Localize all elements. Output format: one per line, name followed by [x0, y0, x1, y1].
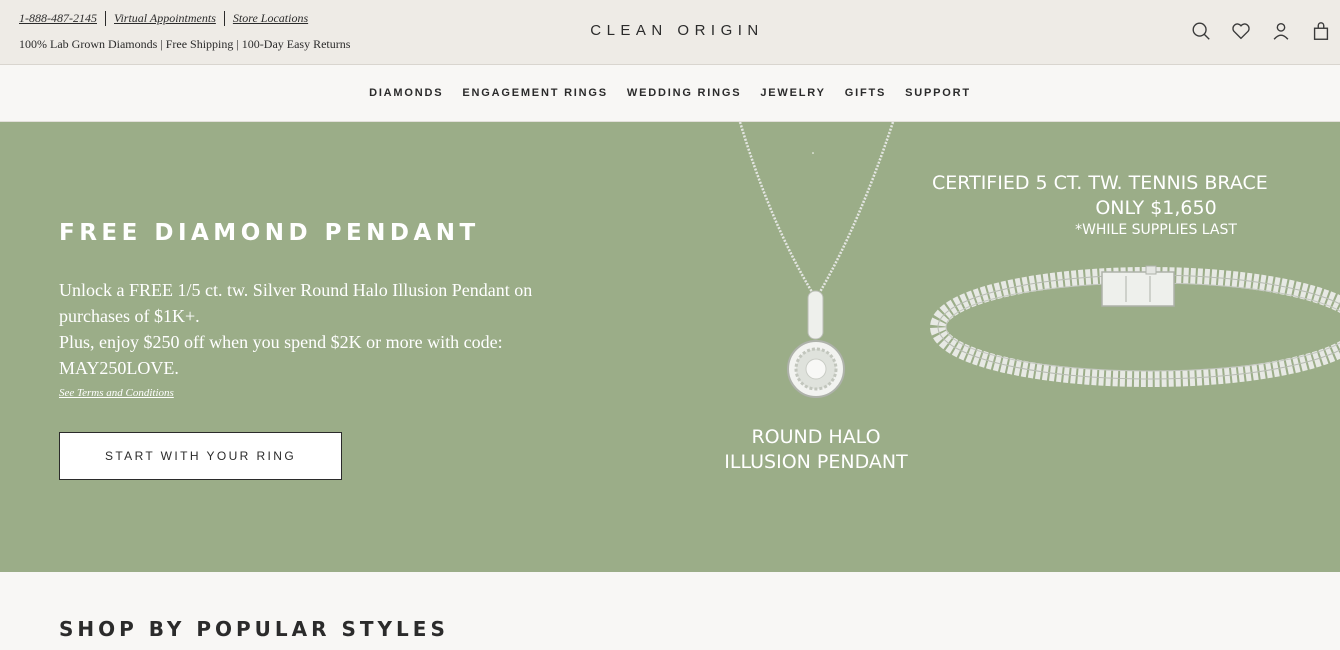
- shipping-tagline: 100% Lab Grown Diamonds | Free Shipping …: [19, 37, 351, 51]
- pendant-caption: ROUND HALO ILLUSION PENDANT: [696, 425, 936, 475]
- bracelet-price: ONLY $1,650: [1095, 197, 1217, 219]
- bracelet-note: *WHILE SUPPLIES LAST: [1075, 222, 1237, 238]
- tennis-bracelet-image: [930, 265, 1340, 387]
- bag-icon[interactable]: [1310, 20, 1332, 42]
- bracelet-headline: CERTIFIED 5 CT. TW. TENNIS BRACE: [932, 172, 1268, 194]
- nav-jewelry[interactable]: JEWELRY: [760, 87, 825, 99]
- pendant-caption-line: ROUND HALO: [751, 426, 881, 448]
- popular-styles-heading: SHOP BY POPULAR STYLES: [59, 617, 449, 641]
- brand-logo[interactable]: CLEAN ORIGIN: [0, 22, 1340, 39]
- hero-offer-text: Unlock a FREE 1/5 ct. tw. Silver Round H…: [59, 280, 533, 326]
- main-nav: DIAMONDS ENGAGEMENT RINGS WEDDING RINGS …: [0, 65, 1340, 122]
- pendant-caption-line: ILLUSION PENDANT: [724, 451, 908, 473]
- nav-support[interactable]: SUPPORT: [905, 87, 971, 99]
- nav-diamonds[interactable]: DIAMONDS: [369, 87, 443, 99]
- header-icons: [1172, 20, 1340, 42]
- nav-gifts[interactable]: GIFTS: [845, 87, 886, 99]
- pendant-image: [738, 122, 895, 398]
- hero-banner: FREE DIAMOND PENDANT Unlock a FREE 1/5 c…: [0, 122, 1340, 572]
- utility-bar: 1-888-487-2145 Virtual Appointments Stor…: [0, 0, 1340, 65]
- search-icon[interactable]: [1190, 20, 1212, 42]
- hero-promo-text: Plus, enjoy $250 off when you spend $2K …: [59, 332, 503, 378]
- hero-title: FREE DIAMOND PENDANT: [59, 220, 480, 246]
- start-with-your-ring-button[interactable]: START WITH YOUR RING: [59, 432, 342, 480]
- terms-link[interactable]: See Terms and Conditions: [59, 387, 174, 399]
- nav-engagement-rings[interactable]: ENGAGEMENT RINGS: [462, 87, 608, 99]
- hero-description: Unlock a FREE 1/5 ct. tw. Silver Round H…: [59, 277, 579, 381]
- nav-wedding-rings[interactable]: WEDDING RINGS: [627, 87, 741, 99]
- account-icon[interactable]: [1270, 20, 1292, 42]
- heart-icon[interactable]: [1230, 20, 1252, 42]
